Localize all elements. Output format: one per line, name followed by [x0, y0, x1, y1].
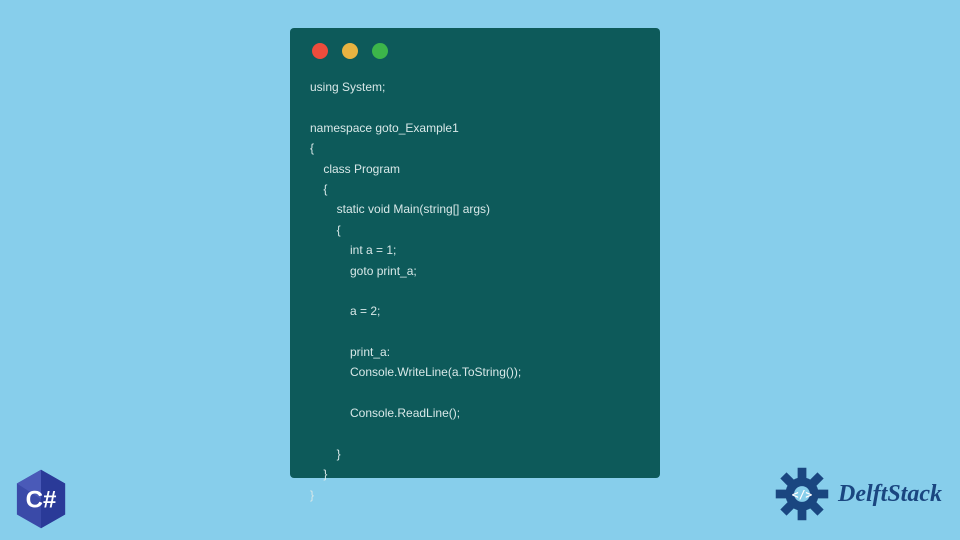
delftstack-logo: </> DelftStack	[774, 466, 942, 522]
code-line: goto print_a;	[310, 264, 417, 278]
window-controls	[310, 43, 640, 59]
code-line: }	[310, 488, 314, 502]
code-line: int a = 1;	[310, 243, 396, 257]
code-line: {	[310, 141, 314, 155]
code-line: }	[310, 467, 327, 481]
code-line: Console.ReadLine();	[310, 406, 460, 420]
code-line: {	[310, 223, 341, 237]
code-line: class Program	[310, 162, 400, 176]
code-content: using System; namespace goto_Example1 { …	[310, 77, 640, 505]
code-line: static void Main(string[] args)	[310, 202, 490, 216]
code-line: namespace goto_Example1	[310, 121, 459, 135]
code-line: using System;	[310, 80, 385, 94]
delftstack-gear-icon: </>	[774, 466, 830, 522]
code-line: {	[310, 182, 327, 196]
code-line: print_a:	[310, 345, 390, 359]
maximize-icon	[372, 43, 388, 59]
minimize-icon	[342, 43, 358, 59]
code-line: }	[310, 447, 341, 461]
svg-text:</>: </>	[792, 487, 813, 501]
delftstack-text: DelftStack	[838, 481, 942, 508]
code-line: Console.WriteLine(a.ToString());	[310, 365, 521, 379]
csharp-logo-icon: C#	[12, 468, 70, 530]
close-icon	[312, 43, 328, 59]
code-line: a = 2;	[310, 304, 380, 318]
code-window: using System; namespace goto_Example1 { …	[290, 28, 660, 478]
csharp-text: C#	[26, 487, 57, 514]
